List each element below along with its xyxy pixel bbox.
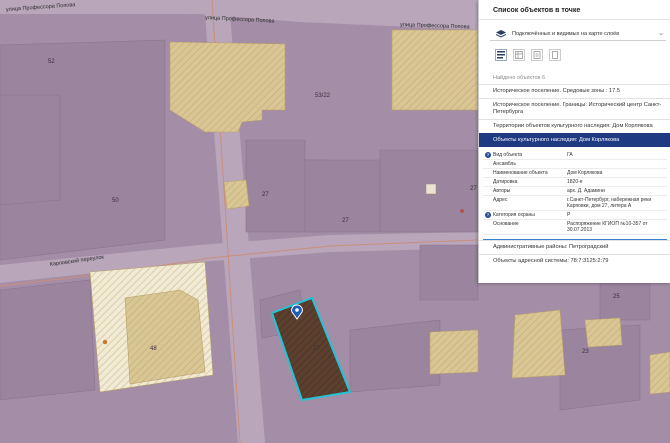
small-building	[425, 183, 437, 195]
panel-title: Список объектов в точке	[479, 0, 670, 20]
building-number: 53/22	[315, 93, 331, 99]
detail-value	[567, 161, 667, 167]
list-item[interactable]: Территории объектов культурного наследия…	[479, 119, 670, 133]
list-icon	[497, 51, 505, 59]
detail-key: Наименование объекта	[493, 170, 548, 176]
detail-row: Ансамбль	[483, 160, 667, 169]
detail-key: Основание	[493, 221, 519, 227]
objects-list: Историческое поселение. Средовые зоны : …	[479, 84, 670, 268]
building-number: 48	[150, 346, 157, 352]
list-item-selected[interactable]: Объекты культурного наследия: Дом Корляк…	[479, 133, 670, 147]
building-number: 50	[112, 198, 119, 204]
object-details: ? Вид объекта ГА Ансамбль Наименование объ…	[479, 147, 670, 239]
detail-value: ГА	[567, 152, 573, 158]
detail-row: Датировка 1820-е	[483, 178, 667, 187]
info-icon[interactable]: ?	[485, 152, 491, 158]
point-marker	[460, 209, 464, 213]
info-icon[interactable]: ?	[485, 212, 491, 218]
detail-row: Авторы арх. Д. Адамини	[483, 187, 667, 196]
detail-key: Вид объекта	[493, 152, 523, 158]
detail-row: ? Вид объекта ГА	[483, 151, 667, 160]
detail-key: Ансамбль	[493, 161, 516, 167]
card-icon	[533, 51, 541, 59]
detail-row: Адрес г.Санкт-Петербург, набережная реки …	[483, 196, 667, 211]
detail-value: Дом Корлякова	[567, 170, 603, 176]
list-item[interactable]: Объекты адресной системы: 78:7:3125:2:79	[479, 254, 670, 268]
objects-panel: Список объектов в точке Подключённых и в…	[478, 0, 670, 283]
layer-select-dropdown[interactable]: Подключённых и видимых на карте слоёв ⌄	[490, 27, 666, 41]
list-item[interactable]: Административные районы: Петроградский	[479, 240, 670, 254]
found-count: Найдено объектов 6	[493, 75, 546, 81]
card-view-button[interactable]	[531, 49, 543, 61]
document-icon	[552, 51, 558, 59]
building-number: 52	[48, 59, 55, 65]
building-number: 27	[262, 192, 269, 198]
view-toolbar	[495, 49, 561, 61]
detail-key: Датировка	[493, 179, 518, 185]
list-item[interactable]: Историческое поселение. Границы: Историч…	[479, 98, 670, 119]
detail-row: Наименование объекта Дом Корлякова	[483, 169, 667, 178]
building-number: 23	[582, 349, 589, 355]
detail-row: Основание Распоряжение КГИОП №10-357 от 3…	[483, 220, 667, 235]
detail-value: Р	[567, 212, 571, 218]
table-view-button[interactable]	[513, 49, 525, 61]
building-number: 27	[342, 218, 349, 224]
detail-value: 1820-е	[567, 179, 583, 185]
chevron-down-icon: ⌄	[658, 30, 664, 37]
list-view-button[interactable]	[495, 49, 507, 61]
building-number: 27	[470, 186, 477, 192]
layers-icon	[496, 29, 506, 38]
detail-key: Категория охраны	[493, 212, 535, 218]
detail-value: Распоряжение КГИОП №10-357 от 30.07.2013	[567, 221, 648, 233]
detail-key: Адрес	[493, 197, 508, 203]
document-view-button[interactable]	[549, 49, 561, 61]
detail-value: г.Санкт-Петербург, набережная реки Карпо…	[567, 197, 652, 209]
point-marker	[102, 339, 108, 345]
table-icon	[515, 51, 523, 59]
building-number: 27	[313, 346, 320, 352]
layer-select-label: Подключённых и видимых на карте слоёв	[512, 30, 620, 37]
building-number: 25	[613, 294, 620, 300]
list-item[interactable]: Историческое поселение. Средовые зоны : …	[479, 84, 670, 98]
detail-key: Авторы	[493, 188, 511, 194]
detail-value: арх. Д. Адамини	[567, 188, 605, 194]
detail-row: ? Категория охраны Р	[483, 211, 667, 220]
